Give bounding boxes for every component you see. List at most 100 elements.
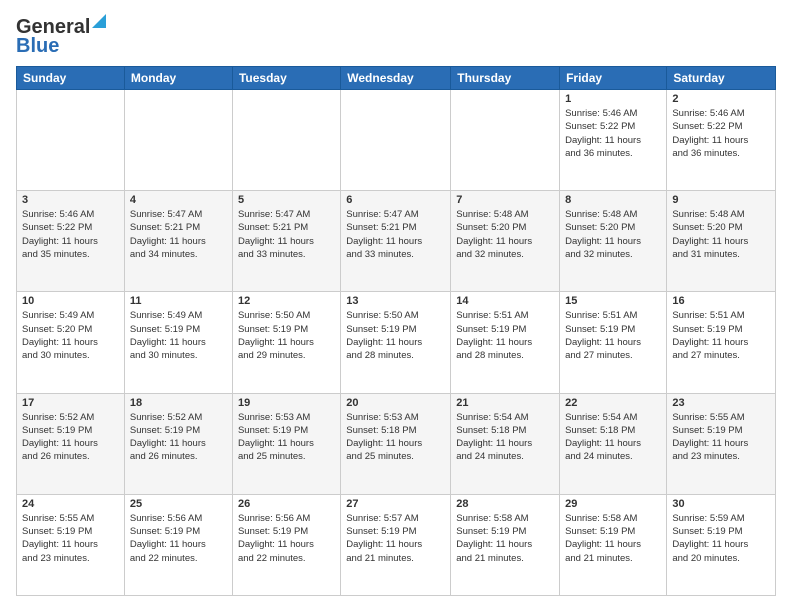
day-number: 16 [672,295,770,307]
week-row-4: 17 Sunrise: 5:52 AM Sunset: 5:19 PM Dayli… [17,393,776,494]
calendar-cell: 21 Sunrise: 5:54 AM Sunset: 5:18 PM Dayli… [451,393,560,494]
weekday-header-monday: Monday [124,67,232,90]
calendar-cell: 12 Sunrise: 5:50 AM Sunset: 5:19 PM Dayli… [232,292,340,393]
logo-arrow-icon [92,14,106,28]
day-number: 14 [456,295,554,307]
day-number: 15 [565,295,661,307]
weekday-header-friday: Friday [560,67,667,90]
day-info: Sunrise: 5:52 AM Sunset: 5:19 PM Dayligh… [130,411,227,464]
calendar-cell: 30 Sunrise: 5:59 AM Sunset: 5:19 PM Dayli… [667,494,776,595]
calendar-cell: 29 Sunrise: 5:58 AM Sunset: 5:19 PM Dayli… [560,494,667,595]
day-number: 29 [565,498,661,510]
day-number: 1 [565,93,661,105]
day-number: 25 [130,498,227,510]
calendar-cell: 15 Sunrise: 5:51 AM Sunset: 5:19 PM Dayli… [560,292,667,393]
calendar-table: SundayMondayTuesdayWednesdayThursdayFrid… [16,66,776,596]
calendar-cell: 25 Sunrise: 5:56 AM Sunset: 5:19 PM Dayli… [124,494,232,595]
weekday-header-saturday: Saturday [667,67,776,90]
day-number: 19 [238,397,335,409]
calendar-cell: 19 Sunrise: 5:53 AM Sunset: 5:19 PM Dayli… [232,393,340,494]
day-info: Sunrise: 5:49 AM Sunset: 5:19 PM Dayligh… [130,309,227,362]
day-number: 7 [456,194,554,206]
day-number: 9 [672,194,770,206]
day-number: 6 [346,194,445,206]
weekday-header-sunday: Sunday [17,67,125,90]
day-info: Sunrise: 5:53 AM Sunset: 5:18 PM Dayligh… [346,411,445,464]
week-row-2: 3 Sunrise: 5:46 AM Sunset: 5:22 PM Daylig… [17,191,776,292]
day-info: Sunrise: 5:47 AM Sunset: 5:21 PM Dayligh… [130,208,227,261]
calendar-cell: 1Sunrise: 5:46 AM Sunset: 5:22 PM Daylig… [560,90,667,191]
day-info: Sunrise: 5:58 AM Sunset: 5:19 PM Dayligh… [456,512,554,565]
day-number: 17 [22,397,119,409]
day-number: 27 [346,498,445,510]
calendar-cell: 2Sunrise: 5:46 AM Sunset: 5:22 PM Daylig… [667,90,776,191]
calendar-cell: 18 Sunrise: 5:52 AM Sunset: 5:19 PM Dayli… [124,393,232,494]
weekday-header-thursday: Thursday [451,67,560,90]
week-row-3: 10Sunrise: 5:49 AM Sunset: 5:20 PM Dayli… [17,292,776,393]
day-info: Sunrise: 5:50 AM Sunset: 5:19 PM Dayligh… [346,309,445,362]
calendar-cell: 13Sunrise: 5:50 AM Sunset: 5:19 PM Dayli… [341,292,451,393]
calendar-cell: 27 Sunrise: 5:57 AM Sunset: 5:19 PM Dayli… [341,494,451,595]
day-number: 3 [22,194,119,206]
day-number: 30 [672,498,770,510]
day-info: Sunrise: 5:53 AM Sunset: 5:19 PM Dayligh… [238,411,335,464]
weekday-header-row: SundayMondayTuesdayWednesdayThursdayFrid… [17,67,776,90]
calendar-cell: 16Sunrise: 5:51 AM Sunset: 5:19 PM Dayli… [667,292,776,393]
day-number: 11 [130,295,227,307]
day-number: 12 [238,295,335,307]
calendar-cell: 5Sunrise: 5:47 AM Sunset: 5:21 PM Daylig… [232,191,340,292]
calendar-cell: 20 Sunrise: 5:53 AM Sunset: 5:18 PM Dayli… [341,393,451,494]
week-row-5: 24 Sunrise: 5:55 AM Sunset: 5:19 PM Dayli… [17,494,776,595]
week-row-1: 1 Sunrise: 5:46 AM Sunset: 5:22 PM Daylig… [17,90,776,191]
day-number: 18 [130,397,227,409]
day-info: Sunrise: 5:48 AM Sunset: 5:20 PM Dayligh… [456,208,554,261]
day-number: 28 [456,498,554,510]
calendar-cell [451,90,560,191]
calendar-cell: 6 Sunrise: 5:47 AM Sunset: 5:21 PM Daylig… [341,191,451,292]
day-number: 20 [346,397,445,409]
day-info: Sunrise: 5:48 AM Sunset: 5:20 PM Dayligh… [565,208,661,261]
day-info: Sunrise: 5:51 AM Sunset: 5:19 PM Dayligh… [565,309,661,362]
day-info: Sunrise: 5:49 AM Sunset: 5:20 PM Dayligh… [22,309,119,362]
day-number: 22 [565,397,661,409]
calendar-cell: 26Sunrise: 5:56 AM Sunset: 5:19 PM Dayli… [232,494,340,595]
header: General Blue [16,16,776,58]
day-info: Sunrise: 5:46 AM Sunset: 5:22 PM Dayligh… [672,107,770,160]
calendar-cell: 24 Sunrise: 5:55 AM Sunset: 5:19 PM Dayli… [17,494,125,595]
day-number: 21 [456,397,554,409]
calendar-cell [341,90,451,191]
calendar-cell: 23 Sunrise: 5:55 AM Sunset: 5:19 PM Dayli… [667,393,776,494]
day-info: Sunrise: 5:55 AM Sunset: 5:19 PM Dayligh… [22,512,119,565]
day-info: Sunrise: 5:58 AM Sunset: 5:19 PM Dayligh… [565,512,661,565]
day-info: Sunrise: 5:47 AM Sunset: 5:21 PM Dayligh… [346,208,445,261]
calendar-cell: 28 Sunrise: 5:58 AM Sunset: 5:19 PM Dayli… [451,494,560,595]
day-number: 23 [672,397,770,409]
day-info: Sunrise: 5:59 AM Sunset: 5:19 PM Dayligh… [672,512,770,565]
logo-blue: Blue [16,35,59,58]
calendar-cell [17,90,125,191]
calendar-cell: 9 Sunrise: 5:48 AM Sunset: 5:20 PM Daylig… [667,191,776,292]
calendar-cell: 22 Sunrise: 5:54 AM Sunset: 5:18 PM Dayli… [560,393,667,494]
day-number: 26 [238,498,335,510]
day-number: 24 [22,498,119,510]
weekday-header-tuesday: Tuesday [232,67,340,90]
calendar-cell: 8 Sunrise: 5:48 AM Sunset: 5:20 PM Daylig… [560,191,667,292]
day-info: Sunrise: 5:56 AM Sunset: 5:19 PM Dayligh… [130,512,227,565]
day-info: Sunrise: 5:50 AM Sunset: 5:19 PM Dayligh… [238,309,335,362]
logo: General Blue [16,16,106,58]
day-info: Sunrise: 5:54 AM Sunset: 5:18 PM Dayligh… [456,411,554,464]
calendar-cell: 3 Sunrise: 5:46 AM Sunset: 5:22 PM Daylig… [17,191,125,292]
day-info: Sunrise: 5:52 AM Sunset: 5:19 PM Dayligh… [22,411,119,464]
day-info: Sunrise: 5:47 AM Sunset: 5:21 PM Dayligh… [238,208,335,261]
page: General Blue SundayMondayTuesdayWednesda… [0,0,792,612]
day-number: 4 [130,194,227,206]
day-info: Sunrise: 5:54 AM Sunset: 5:18 PM Dayligh… [565,411,661,464]
weekday-header-wednesday: Wednesday [341,67,451,90]
calendar-cell: 4 Sunrise: 5:47 AM Sunset: 5:21 PM Daylig… [124,191,232,292]
day-info: Sunrise: 5:46 AM Sunset: 5:22 PM Dayligh… [22,208,119,261]
day-info: Sunrise: 5:55 AM Sunset: 5:19 PM Dayligh… [672,411,770,464]
day-number: 8 [565,194,661,206]
day-info: Sunrise: 5:57 AM Sunset: 5:19 PM Dayligh… [346,512,445,565]
day-info: Sunrise: 5:48 AM Sunset: 5:20 PM Dayligh… [672,208,770,261]
calendar-cell: 11 Sunrise: 5:49 AM Sunset: 5:19 PM Dayli… [124,292,232,393]
